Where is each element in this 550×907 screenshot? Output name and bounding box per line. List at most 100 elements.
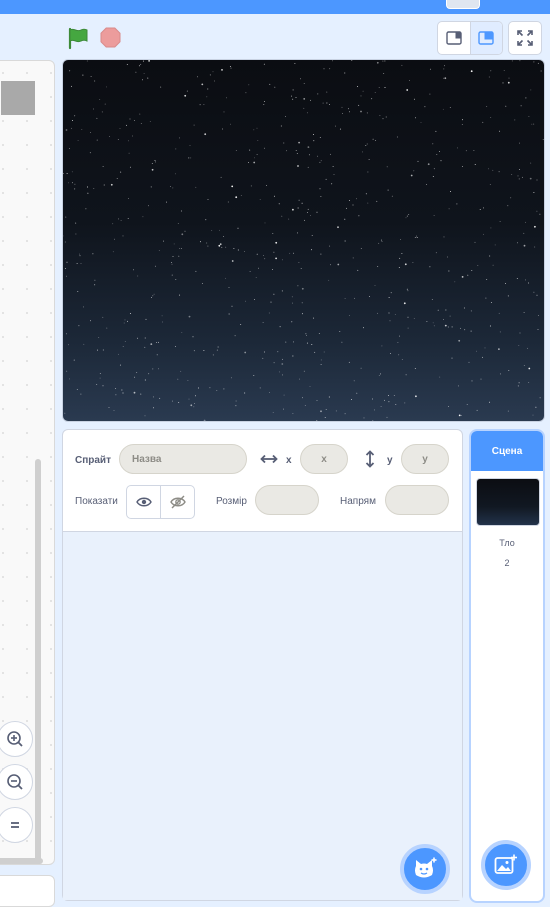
star	[292, 208, 294, 211]
show-sprite-button[interactable]	[127, 486, 160, 518]
star	[396, 136, 398, 138]
star	[490, 302, 492, 304]
star	[294, 62, 296, 64]
star	[348, 315, 350, 317]
script-block[interactable]	[1, 81, 35, 115]
star	[226, 97, 227, 99]
star	[507, 410, 509, 412]
sprite-list-area[interactable]	[63, 532, 462, 900]
star	[488, 76, 490, 78]
star	[465, 150, 467, 152]
star	[135, 71, 137, 73]
star	[365, 145, 367, 147]
star	[230, 377, 232, 379]
x-position-input[interactable]: x	[300, 444, 348, 474]
star	[490, 70, 492, 72]
stage-target-panel[interactable]: Сцена Тло 2	[469, 429, 545, 903]
star	[152, 368, 154, 370]
star	[399, 335, 400, 337]
direction-input[interactable]	[385, 485, 449, 515]
account-avatar[interactable]	[446, 0, 480, 9]
star	[263, 63, 265, 65]
star	[329, 68, 331, 70]
hide-sprite-button[interactable]	[160, 486, 194, 518]
star	[436, 154, 438, 156]
star	[311, 249, 313, 251]
star	[144, 346, 146, 348]
star	[249, 149, 251, 151]
y-position-input[interactable]: y	[401, 444, 449, 474]
star	[414, 237, 416, 239]
star	[137, 275, 139, 277]
star	[316, 400, 318, 401]
star	[339, 330, 341, 332]
fullscreen-button[interactable]	[508, 21, 542, 55]
star	[530, 89, 532, 91]
star	[264, 101, 266, 102]
backpack-panel[interactable]	[0, 875, 55, 907]
star	[518, 178, 520, 180]
star	[521, 176, 523, 178]
star	[393, 394, 395, 396]
stop-icon[interactable]	[100, 27, 121, 48]
star	[235, 196, 238, 199]
star	[415, 395, 417, 398]
star	[404, 402, 406, 404]
star	[148, 205, 149, 207]
star	[102, 385, 104, 387]
star	[449, 107, 451, 109]
star	[401, 358, 403, 360]
star	[449, 315, 451, 317]
star	[195, 395, 196, 397]
star	[206, 242, 208, 244]
star	[68, 182, 70, 184]
star	[120, 219, 122, 221]
star	[406, 89, 409, 91]
star	[297, 207, 299, 209]
star	[320, 253, 322, 255]
star	[175, 279, 177, 281]
star	[444, 324, 447, 327]
star	[390, 292, 392, 294]
star	[503, 69, 505, 71]
star	[270, 301, 272, 303]
star	[209, 74, 211, 76]
star	[144, 337, 146, 339]
star	[115, 388, 117, 390]
small-stage-button[interactable]	[438, 22, 470, 54]
star	[530, 162, 532, 164]
star	[319, 161, 321, 163]
star	[293, 341, 294, 343]
star	[140, 122, 142, 124]
star	[269, 391, 271, 393]
star	[140, 393, 142, 395]
star	[96, 139, 98, 141]
star	[244, 351, 247, 354]
star	[295, 150, 297, 151]
star	[376, 61, 379, 64]
star	[148, 373, 150, 375]
vertical-scrollbar[interactable]	[35, 459, 41, 864]
choose-backdrop-button[interactable]	[481, 840, 531, 890]
star	[69, 148, 70, 150]
stage-canvas[interactable]	[62, 59, 545, 422]
star	[443, 236, 445, 238]
horizontal-scrollbar[interactable]	[0, 858, 43, 864]
sprite-name-input[interactable]: Назва	[119, 444, 247, 474]
star	[92, 253, 94, 255]
star	[72, 120, 74, 121]
star	[416, 235, 418, 237]
large-stage-button[interactable]	[469, 22, 502, 54]
star	[461, 414, 463, 416]
size-input[interactable]	[255, 485, 319, 515]
green-flag-icon[interactable]	[66, 26, 90, 50]
star	[507, 295, 509, 297]
star	[514, 119, 516, 121]
star	[489, 401, 491, 403]
choose-sprite-button[interactable]	[400, 844, 450, 894]
star	[298, 261, 300, 263]
star	[395, 404, 397, 406]
star	[153, 293, 155, 295]
star	[352, 257, 354, 259]
star	[374, 284, 376, 286]
